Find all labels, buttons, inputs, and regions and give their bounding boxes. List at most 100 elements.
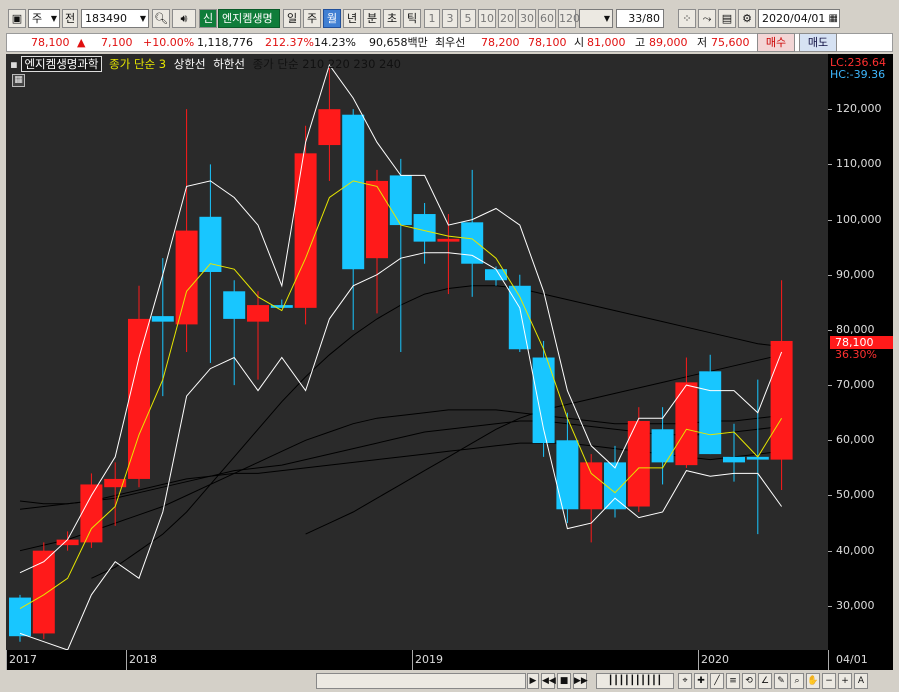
- price-change: 7,100: [101, 36, 133, 49]
- prefix-button[interactable]: 전: [62, 9, 78, 28]
- interval-1[interactable]: 1: [424, 9, 440, 28]
- open-price: 81,000: [587, 36, 626, 49]
- candle-body: [128, 318, 150, 479]
- gear-icon[interactable]: ⚙: [738, 9, 756, 28]
- legend-bullet: ▪: [10, 57, 18, 71]
- period-day[interactable]: 일: [283, 9, 301, 28]
- zoom-slider[interactable]: ┃┃┃┃┃┃┃┃┃┃: [596, 673, 674, 689]
- rewind-icon[interactable]: ◀◀: [541, 673, 556, 689]
- fast-forward-icon[interactable]: ▶▶: [573, 673, 588, 689]
- candle-body: [175, 230, 198, 325]
- plus-icon[interactable]: +: [838, 673, 852, 689]
- interval-30[interactable]: 30: [518, 9, 536, 28]
- cycle-icon[interactable]: ⟲: [742, 673, 756, 689]
- fib-icon[interactable]: ≡: [726, 673, 740, 689]
- y-tick-label: 110,000: [836, 157, 882, 171]
- calendar-icon[interactable]: ▦: [829, 10, 838, 27]
- interval-10[interactable]: 10: [478, 9, 496, 28]
- scroll-track[interactable]: [316, 673, 526, 689]
- save-icon[interactable]: ▤: [718, 9, 736, 28]
- search-icon[interactable]: 🔍︎: [152, 9, 170, 28]
- note-icon[interactable]: ✎: [774, 673, 788, 689]
- open-label: 시: [574, 36, 585, 49]
- legend-long-ma: 종가 단순 210 220 230 240: [252, 57, 401, 71]
- interval-60[interactable]: 60: [538, 9, 556, 28]
- candle-body: [9, 597, 31, 637]
- y-tick-label: 70,000: [836, 378, 875, 392]
- chevron-down-icon: ▼: [50, 14, 57, 23]
- speaker-icon[interactable]: 🔊︎: [172, 9, 196, 28]
- candle-body: [80, 484, 103, 543]
- buy-button[interactable]: 매수: [757, 33, 795, 52]
- y-tick-label: 30,000: [836, 598, 875, 612]
- candle-body: [651, 429, 674, 463]
- price-plot[interactable]: ▪ 엔지켐생명과학 종가 단순 3 상한선 하한선 종가 단순 210 220 …: [6, 54, 828, 651]
- candle-body: [675, 382, 698, 466]
- date-value: 2020/04/01: [762, 12, 826, 25]
- cursor-icon[interactable]: ⌖: [678, 673, 692, 689]
- period-tick[interactable]: 틱: [403, 9, 421, 28]
- volume: 1,118,776: [197, 36, 253, 49]
- candle-body: [556, 440, 579, 510]
- period-dropdown[interactable]: 주 ▼: [28, 9, 60, 28]
- candle-body: [413, 214, 436, 242]
- scroll-right-icon[interactable]: ▶: [527, 673, 539, 689]
- legend-ma3: 종가 단순 3: [109, 57, 167, 71]
- window-menu-icon[interactable]: ▣: [8, 9, 26, 28]
- text-icon[interactable]: A: [854, 673, 868, 689]
- hand-icon[interactable]: ✋: [806, 673, 820, 689]
- period-month[interactable]: 월: [323, 9, 341, 28]
- high-price: 89,000: [649, 36, 688, 49]
- y-tick-label: 80,000: [836, 322, 875, 336]
- table-icon[interactable]: ▦: [12, 74, 25, 87]
- chart-area[interactable]: ▪ 엔지켐생명과학 종가 단순 3 상한선 하한선 종가 단순 210 220 …: [6, 54, 893, 670]
- hts-chart-window: ▣ 주 ▼ 전 183490 ▼ 🔍︎ 🔊︎ 신 엔지켐생명 일 주 월 년 분 초…: [0, 0, 899, 692]
- angle-icon[interactable]: ∠: [758, 673, 772, 689]
- low-label: 저: [697, 36, 708, 49]
- x-tick-mark: [412, 650, 413, 670]
- candle-body: [770, 340, 793, 460]
- sell-button[interactable]: 매도: [799, 33, 837, 52]
- last-price: 78,100: [31, 36, 70, 49]
- period-second[interactable]: 초: [383, 9, 401, 28]
- candlestick-chart[interactable]: [6, 54, 828, 651]
- y-tick-label: 120,000: [836, 102, 882, 116]
- date-input[interactable]: 2020/04/01 ▦: [758, 9, 840, 28]
- y-tick-mark: [828, 385, 832, 387]
- chart-scrollbar[interactable]: ▶ ◀◀ ■ ▶▶ ┃┃┃┃┃┃┃┃┃┃ ⌖ ✚ ╱ ≡ ⟲ ∠ ✎ ⌕ ✋ −…: [6, 672, 893, 690]
- magnifier-icon[interactable]: ⌕: [790, 673, 804, 689]
- trade-amount: 90,658백만: [369, 36, 428, 49]
- x-tick-mark: [6, 650, 7, 670]
- x-label-2019: 2019: [415, 653, 443, 666]
- interval-3[interactable]: 3: [442, 9, 458, 28]
- x-tick-mark: [828, 650, 829, 670]
- candle-body: [723, 456, 745, 463]
- grid-icon[interactable]: ⁘: [678, 9, 696, 28]
- volume-ratio: 212.37%: [265, 36, 314, 49]
- candle-body: [247, 305, 269, 322]
- chevron-down-icon: ▼: [139, 14, 146, 23]
- interval-5[interactable]: 5: [460, 9, 476, 28]
- period-week[interactable]: 주: [303, 9, 321, 28]
- crosshair-icon[interactable]: ✚: [694, 673, 708, 689]
- period-year[interactable]: 년: [343, 9, 361, 28]
- interval-20[interactable]: 20: [498, 9, 516, 28]
- line-icon[interactable]: ╱: [710, 673, 724, 689]
- x-tick-mark: [126, 650, 127, 670]
- company-name: 엔지켐생명: [218, 9, 280, 28]
- legend-upper-band: 상한선: [173, 57, 206, 71]
- minus-icon[interactable]: −: [822, 673, 836, 689]
- high-label: 고: [635, 36, 646, 49]
- stock-code-input[interactable]: 183490 ▼: [81, 9, 149, 28]
- x-label-2017: 2017: [9, 653, 37, 666]
- interval-120[interactable]: 120: [558, 9, 580, 28]
- legend-stock-name: 엔지켐생명과학: [21, 56, 102, 72]
- data-count: 33/80: [616, 9, 664, 28]
- period-minute[interactable]: 분: [363, 9, 381, 28]
- custom-interval-dropdown[interactable]: ▼: [579, 9, 613, 28]
- legend-lower-band: 하한선: [213, 57, 245, 71]
- stop-icon[interactable]: ■: [557, 673, 571, 689]
- trend-icon[interactable]: ⤳: [698, 9, 716, 28]
- candle-body: [32, 550, 55, 634]
- y-tick-label: 60,000: [836, 433, 875, 447]
